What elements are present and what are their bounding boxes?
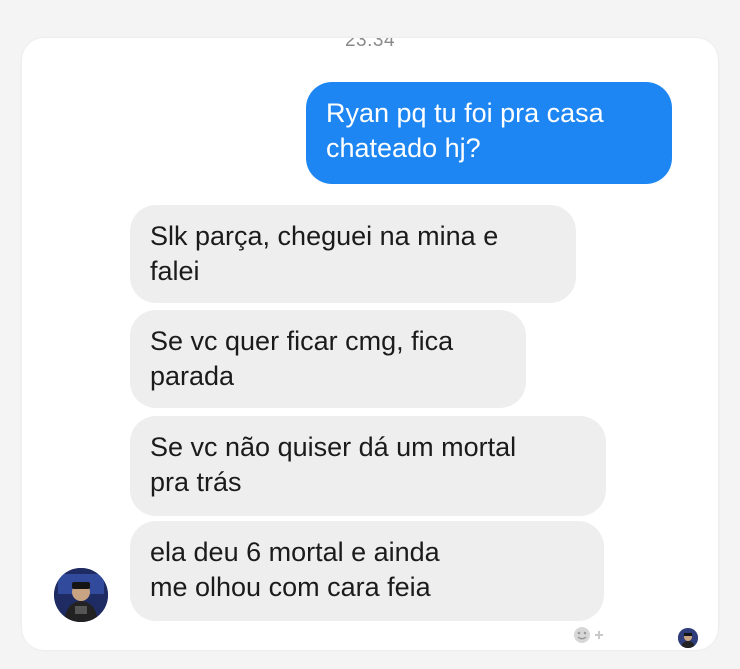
- message-timestamp: 23:34: [344, 38, 396, 51]
- seen-receipt-avatar: [678, 628, 698, 648]
- received-message[interactable]: Se vc quer ficar cmg, fica parada: [130, 310, 526, 408]
- smiley-plus-icon[interactable]: [573, 625, 609, 645]
- chat-window: 23:34 Ryan pq tu foi pra casa chateado h…: [22, 38, 718, 650]
- received-message[interactable]: Slk parça, cheguei na mina e falei: [130, 205, 576, 303]
- avatar-image: [54, 568, 108, 622]
- contact-avatar[interactable]: [54, 568, 108, 622]
- sent-message[interactable]: Ryan pq tu foi pra casa chateado hj?: [306, 82, 672, 184]
- received-message[interactable]: Se vc não quiser dá um mortal pra trás: [130, 416, 606, 516]
- received-message[interactable]: ela deu 6 mortal e ainda me olhou com ca…: [130, 521, 604, 621]
